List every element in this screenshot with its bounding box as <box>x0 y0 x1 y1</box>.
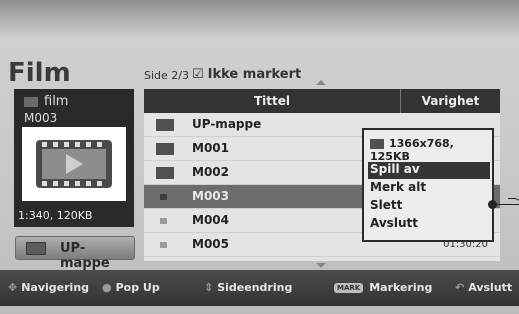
folder-icon <box>156 167 174 179</box>
up-folder-label: UP-mappe <box>60 241 110 271</box>
footer-page-change-label: Sideendring <box>217 281 293 294</box>
row-name: M002 <box>192 165 229 179</box>
checkbox-icon: ☑ <box>192 67 204 82</box>
folder-icon <box>24 96 38 107</box>
page-indicator: Side 2/3 <box>144 69 189 82</box>
mark-key-icon: MARK <box>334 283 364 293</box>
menu-item-exit[interactable]: Avslutt <box>368 216 490 233</box>
footer-exit: ↶ Avslutt <box>455 281 512 294</box>
page-change-icon: ⇕ <box>204 281 214 294</box>
preview-file-name: M003 <box>24 111 58 125</box>
footer-page-change: ⇕ Sideendring <box>204 281 292 294</box>
navigation-icon: ✥ <box>8 281 18 294</box>
row-name: UP-mappe <box>192 117 262 131</box>
mark-state: ☑ Ikke markert <box>192 67 301 82</box>
popup-menu: 1366x768, 125KB Spill av Merk alt Slett … <box>362 128 494 242</box>
row-name: M005 <box>192 237 229 251</box>
folder-icon <box>156 143 174 155</box>
callout-dot <box>488 200 497 209</box>
column-duration: Varighet <box>421 94 480 108</box>
callout-curve <box>508 198 519 208</box>
film-icon <box>36 140 112 188</box>
mark-state-label: Ikke markert <box>207 67 302 82</box>
folder-up-icon <box>156 119 174 131</box>
file-list-header: Tittel Varighet <box>144 89 500 113</box>
scroll-down-arrow-icon[interactable] <box>316 263 326 268</box>
film-holes-top <box>42 142 106 147</box>
preview-folder-label: film <box>44 94 69 109</box>
film-holes-bottom <box>42 181 106 186</box>
play-icon <box>66 154 83 174</box>
menu-item-play[interactable]: Spill av <box>368 162 490 179</box>
column-title: Tittel <box>253 94 291 108</box>
footer-bar: ✥ Navigering ● Pop Up ⇕ Sideendring MARK Mar… <box>0 270 519 306</box>
ok-button-icon: ● <box>102 281 112 294</box>
footer-popup-label: Pop Up <box>115 281 160 294</box>
row-name: M003 <box>192 189 229 203</box>
footer-navigation: ✥ Navigering <box>8 281 89 294</box>
menu-item-delete[interactable]: Slett <box>368 198 490 215</box>
menu-item-mark-all[interactable]: Merk alt <box>368 180 490 197</box>
row-name: M001 <box>192 141 229 155</box>
footer-marking: MARK Markering <box>334 281 432 294</box>
file-icon <box>160 194 167 200</box>
scroll-up-arrow-icon[interactable] <box>316 80 326 85</box>
up-folder-button[interactable]: UP-mappe <box>15 236 135 271</box>
preview-panel: film M003 1:340, 120KB <box>14 89 134 227</box>
preview-folder: film <box>24 94 68 109</box>
footer-navigation-label: Navigering <box>21 281 90 294</box>
return-icon: ↶ <box>455 281 465 294</box>
preview-thumbnail <box>22 127 126 201</box>
top-banner <box>0 0 519 40</box>
row-name: M004 <box>192 213 229 227</box>
page-title: Film <box>8 58 71 88</box>
footer-exit-label: Avslutt <box>468 281 513 294</box>
footer-marking-label: Markering <box>369 281 433 294</box>
folder-up-icon <box>26 242 46 255</box>
popup-info: 1366x768, 125KB <box>370 137 492 163</box>
preview-info: 1:340, 120KB <box>18 209 93 222</box>
file-icon <box>160 218 167 224</box>
file-icon <box>160 242 167 248</box>
video-file-icon <box>370 139 384 149</box>
footer-popup: ● Pop Up <box>102 281 160 294</box>
